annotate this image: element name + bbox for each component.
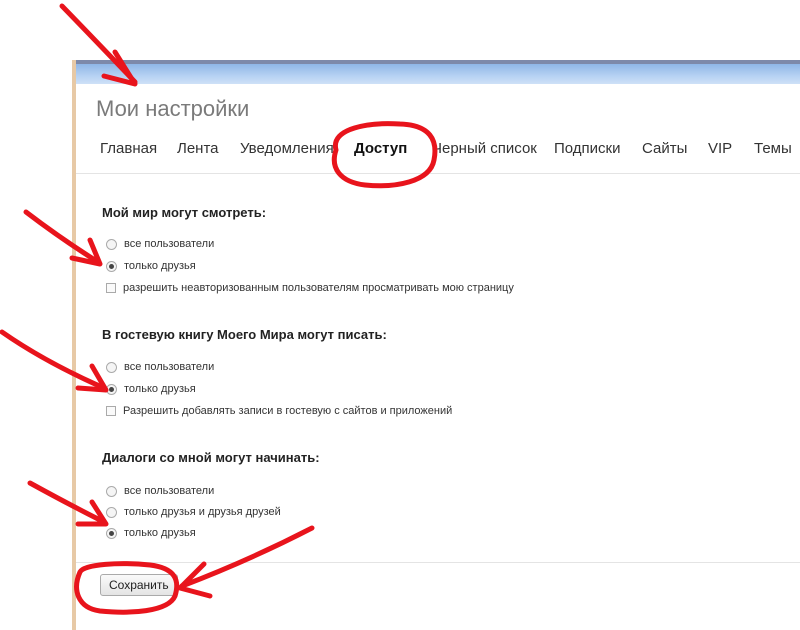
checkbox[interactable] xyxy=(106,283,116,293)
option-label: только друзья xyxy=(124,260,196,272)
guestbook-option-apps[interactable]: Разрешить добавлять записи в гостевую с … xyxy=(106,405,452,417)
dialogs-option-friends[interactable]: только друзья xyxy=(106,527,196,539)
tab-vip[interactable]: VIP xyxy=(708,140,732,157)
guestbook-option-friends[interactable]: только друзья xyxy=(106,383,196,395)
tab-blacklist[interactable]: Черный список xyxy=(432,140,537,157)
tab-feed[interactable]: Лента xyxy=(177,140,219,157)
radio-button[interactable] xyxy=(106,506,117,518)
tab-main[interactable]: Главная xyxy=(100,140,157,157)
tab-access[interactable]: Доступ xyxy=(354,140,407,157)
option-label: только друзья xyxy=(124,527,196,539)
header-band xyxy=(76,60,800,84)
settings-tabs: Главная Лента Уведомления Доступ Черный … xyxy=(96,140,800,176)
section-title-view: Мой мир могут смотреть: xyxy=(102,205,267,220)
save-button[interactable]: Сохранить xyxy=(100,574,178,596)
option-label: разрешить неавторизованным пользователям… xyxy=(123,282,514,294)
radio-button[interactable] xyxy=(106,238,117,250)
dialogs-option-all[interactable]: все пользователи xyxy=(106,485,214,497)
radio-button[interactable] xyxy=(106,485,117,497)
option-label: только друзья и друзья друзей xyxy=(124,506,281,518)
footer-divider xyxy=(76,562,800,563)
option-label: все пользователи xyxy=(124,485,215,497)
radio-button-checked[interactable] xyxy=(106,527,117,539)
radio-button-checked[interactable] xyxy=(106,383,117,395)
tab-subscriptions[interactable]: Подписки xyxy=(554,140,621,157)
tab-themes[interactable]: Темы xyxy=(754,140,792,157)
page-title: Мои настройки xyxy=(96,96,250,121)
tab-notifications[interactable]: Уведомления xyxy=(240,140,334,157)
option-label: Разрешить добавлять записи в гостевую с … xyxy=(123,405,453,417)
settings-window: Мои настройки Главная Лента Уведомления … xyxy=(72,60,800,630)
guestbook-option-all[interactable]: все пользователи xyxy=(106,361,214,373)
view-option-all[interactable]: все пользователи xyxy=(106,238,214,250)
checkbox[interactable] xyxy=(106,406,116,416)
radio-button[interactable] xyxy=(106,361,117,373)
section-title-dialogs: Диалоги со мной могут начинать: xyxy=(102,450,320,465)
dialogs-option-friends-of-friends[interactable]: только друзья и друзья друзей xyxy=(106,506,281,518)
radio-button-checked[interactable] xyxy=(106,260,117,272)
option-label: только друзья xyxy=(124,383,196,395)
option-label: все пользователи xyxy=(124,361,215,373)
section-title-guestbook: В гостевую книгу Моего Мира могут писать… xyxy=(102,327,387,342)
option-label: все пользователи xyxy=(124,238,215,250)
tab-sites[interactable]: Сайты xyxy=(642,140,687,157)
tab-divider xyxy=(76,173,800,174)
view-option-friends[interactable]: только друзья xyxy=(106,260,196,272)
view-option-unauthorized[interactable]: разрешить неавторизованным пользователям… xyxy=(106,282,514,294)
